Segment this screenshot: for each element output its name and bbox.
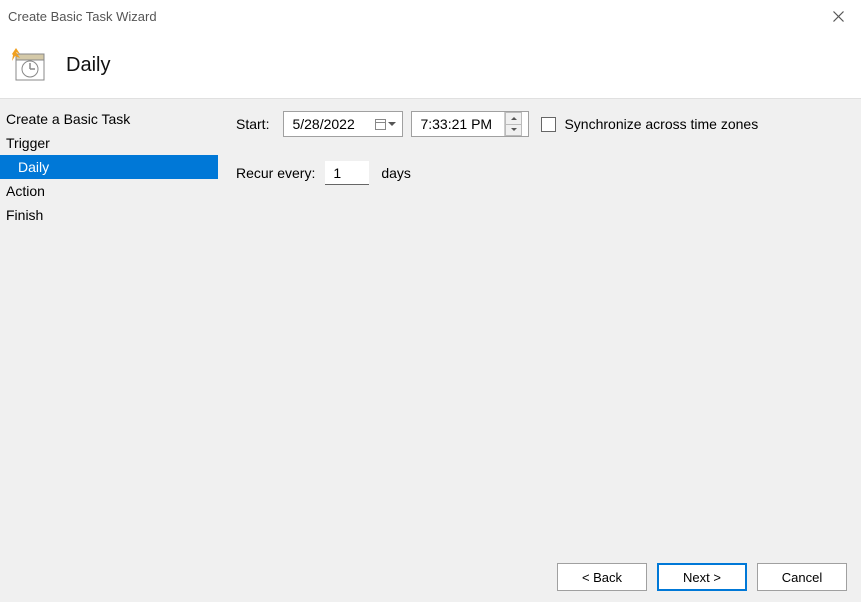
- wizard-header: Daily: [0, 32, 861, 98]
- sidebar-item-trigger[interactable]: Trigger: [0, 131, 218, 155]
- arrow-down-icon: [511, 128, 517, 131]
- time-spinner-up[interactable]: [505, 112, 522, 124]
- task-wizard-icon: [10, 46, 48, 84]
- sidebar-item-action[interactable]: Action: [0, 179, 218, 203]
- recur-input[interactable]: [325, 161, 369, 185]
- start-row: Start: 5/28/2022 7:33:21 PM: [236, 111, 843, 137]
- next-button[interactable]: Next >: [657, 563, 747, 591]
- recur-suffix-label: days: [381, 165, 411, 181]
- window-title: Create Basic Task Wizard: [8, 9, 157, 24]
- date-value: 5/28/2022: [292, 116, 354, 132]
- close-button[interactable]: [815, 0, 861, 32]
- calendar-icon: [375, 119, 386, 130]
- wizard-content: Start: 5/28/2022 7:33:21 PM: [218, 99, 861, 552]
- chevron-down-icon: [388, 122, 396, 126]
- sidebar-item-daily[interactable]: Daily: [0, 155, 218, 179]
- sync-timezones-checkbox[interactable]: [541, 117, 556, 132]
- sidebar-item-create-basic-task[interactable]: Create a Basic Task: [0, 107, 218, 131]
- sync-timezones-option: Synchronize across time zones: [541, 116, 758, 132]
- wizard-window: Create Basic Task Wizard Daily Create a …: [0, 0, 861, 602]
- wizard-footer: < Back Next > Cancel: [0, 552, 861, 602]
- sidebar-item-finish[interactable]: Finish: [0, 203, 218, 227]
- recur-row: Recur every: days: [236, 161, 843, 185]
- cancel-button[interactable]: Cancel: [757, 563, 847, 591]
- sync-timezones-label: Synchronize across time zones: [564, 116, 758, 132]
- date-picker[interactable]: 5/28/2022: [283, 111, 403, 137]
- back-button[interactable]: < Back: [557, 563, 647, 591]
- calendar-dropdown-button[interactable]: [375, 119, 396, 130]
- time-picker[interactable]: 7:33:21 PM: [411, 111, 529, 137]
- time-spinner: [504, 112, 522, 136]
- arrow-up-icon: [511, 117, 517, 120]
- close-icon: [833, 11, 844, 22]
- wizard-sidebar: Create a Basic Task Trigger Daily Action…: [0, 99, 218, 552]
- recur-prefix-label: Recur every:: [236, 165, 315, 181]
- time-value: 7:33:21 PM: [420, 116, 492, 132]
- titlebar: Create Basic Task Wizard: [0, 0, 861, 32]
- start-label: Start:: [236, 116, 269, 132]
- page-title: Daily: [64, 54, 110, 77]
- time-spinner-down[interactable]: [505, 124, 522, 137]
- wizard-body: Create a Basic Task Trigger Daily Action…: [0, 98, 861, 552]
